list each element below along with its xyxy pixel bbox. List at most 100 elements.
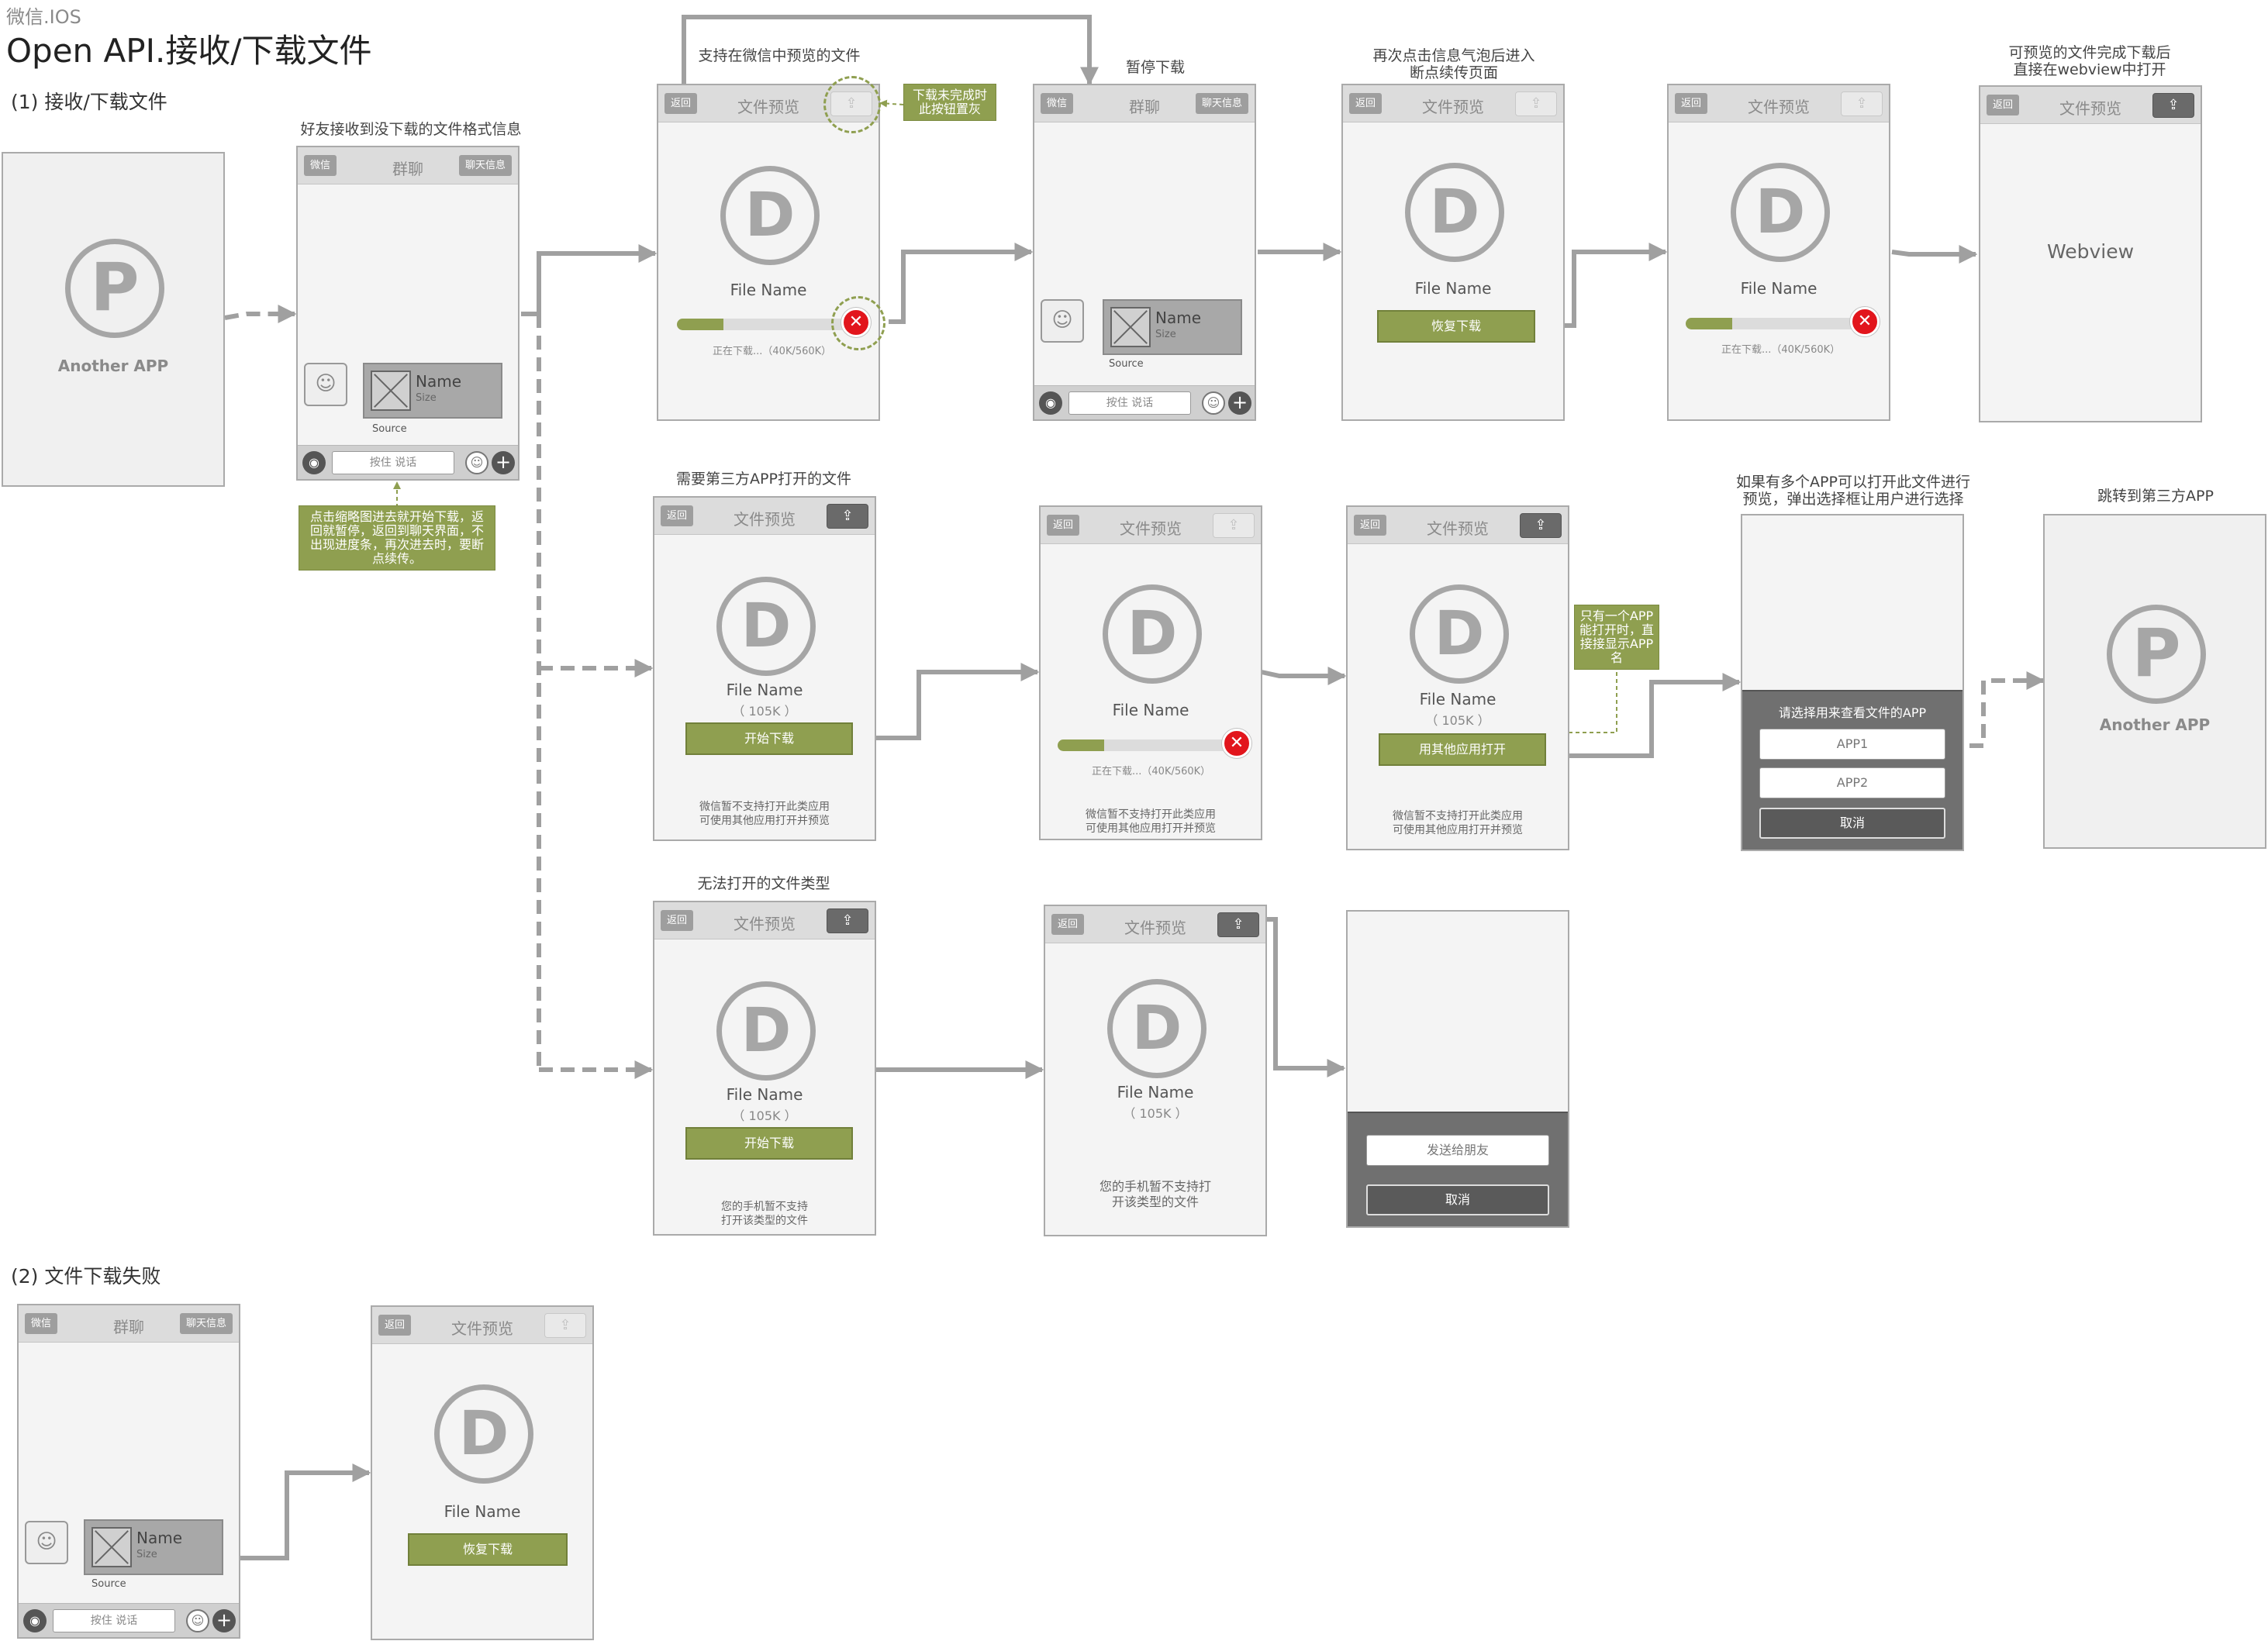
plus-icon[interactable]: + bbox=[1228, 391, 1251, 415]
wire-cancel-to-pause bbox=[889, 243, 1034, 324]
progress-text: 正在下载...（40K/560K） bbox=[713, 346, 832, 357]
file-name: File Name bbox=[730, 281, 807, 299]
file-name: File Name bbox=[444, 1502, 521, 1521]
caption-jump-app: 跳转到第三方APP bbox=[2097, 488, 2214, 505]
share-icon[interactable]: ⇪ bbox=[1213, 513, 1255, 538]
file-message-name: Name bbox=[1155, 309, 1202, 327]
chat-topbar: 微信 群聊 聊天信息 bbox=[298, 147, 518, 184]
progress-text: 正在下载...（40K/560K） bbox=[1721, 344, 1841, 356]
app2-option[interactable]: APP2 bbox=[1759, 767, 1945, 798]
file-message-bubble[interactable]: Name Size bbox=[363, 363, 502, 419]
document-icon: D bbox=[1410, 584, 1509, 684]
wire-open-to-chooser bbox=[1549, 673, 1742, 758]
resume-download-button[interactable]: 恢复下载 bbox=[1377, 310, 1535, 343]
unsupported-hint-1: 微信暂不支持打开此类应用 bbox=[1393, 810, 1523, 822]
emoji-icon[interactable]: ☺ bbox=[1202, 391, 1225, 415]
chat-info-button[interactable]: 聊天信息 bbox=[1195, 93, 1248, 114]
file-message-bubble[interactable]: Name Size bbox=[1103, 299, 1242, 355]
document-icon: D bbox=[1731, 163, 1830, 262]
caption-multi-app-2: 预览，弹出选择框让用户进行选择 bbox=[1742, 491, 1964, 508]
voice-icon[interactable]: ◉ bbox=[1039, 391, 1062, 415]
download-progress bbox=[1058, 739, 1230, 751]
friend-avatar[interactable]: ☺ bbox=[25, 1521, 68, 1564]
app-logo-icon: P bbox=[2107, 605, 2206, 704]
screen-third-party-progress: 返回 文件预览 ⇪ D File Name ✕ 正在下载...（40K/560K… bbox=[1039, 505, 1262, 840]
screen-group-chat: 微信 群聊 聊天信息 ☺ Name Size Source ◉ 按住 说话 ☺ … bbox=[296, 146, 520, 481]
file-name: File Name bbox=[1112, 701, 1189, 719]
share-icon[interactable]: ⇪ bbox=[827, 504, 868, 529]
caption-cannot-open: 无法打开的文件类型 bbox=[697, 875, 830, 892]
friend-avatar[interactable]: ☺ bbox=[304, 363, 347, 406]
friend-avatar[interactable]: ☺ bbox=[1041, 299, 1084, 343]
file-name: File Name bbox=[726, 681, 803, 699]
another-app-label: Another APP bbox=[57, 357, 169, 375]
screen-app-chooser: 请选择用来查看文件的APP APP1 APP2 取消 bbox=[1741, 514, 1964, 851]
preview-topbar: 返回 文件预览 ⇪ bbox=[1343, 85, 1563, 122]
chat-info-button[interactable]: 聊天信息 bbox=[458, 155, 512, 176]
emoji-icon[interactable]: ☺ bbox=[186, 1609, 209, 1632]
download-progress bbox=[1686, 318, 1858, 329]
chooser-cancel-button[interactable]: 取消 bbox=[1759, 808, 1945, 839]
file-message-bubble[interactable]: Name Size bbox=[84, 1519, 223, 1575]
share-icon[interactable]: ⇪ bbox=[544, 1313, 586, 1338]
caption-webview-1: 可预览的文件完成下载后 bbox=[2008, 44, 2171, 61]
preview-topbar: 返回 文件预览 ⇪ bbox=[372, 1307, 592, 1344]
preview-topbar: 返回 文件预览 ⇪ bbox=[1348, 507, 1568, 544]
send-to-friend-button[interactable]: 发送给朋友 bbox=[1366, 1135, 1549, 1166]
share-icon[interactable]: ⇪ bbox=[827, 908, 868, 933]
caption-multi-app-1: 如果有多个APP可以打开此文件进行 bbox=[1736, 474, 1970, 491]
page-title: Open API.接收/下载文件 bbox=[6, 32, 372, 70]
hold-to-talk-button[interactable]: 按住 说话 bbox=[53, 1609, 175, 1632]
file-size: （ 105K ） bbox=[1123, 1106, 1188, 1121]
resume-download-button[interactable]: 恢复下载 bbox=[408, 1533, 568, 1566]
share-icon[interactable]: ⇪ bbox=[1841, 91, 1883, 116]
chat-info-button[interactable]: 聊天信息 bbox=[179, 1313, 233, 1334]
another-app-label: Another APP bbox=[2099, 715, 2211, 734]
preview-topbar: 返回 文件预览 ⇪ bbox=[1041, 507, 1261, 544]
cancel-download-icon[interactable]: ✕ bbox=[1850, 307, 1880, 336]
caption-third-party: 需要第三方APP打开的文件 bbox=[676, 471, 851, 488]
hold-to-talk-button[interactable]: 按住 说话 bbox=[332, 451, 454, 474]
start-download-button[interactable]: 开始下载 bbox=[685, 1127, 853, 1160]
highlight-share-circle bbox=[823, 76, 881, 133]
input-bar: ◉ 按住 说话 ☺ + bbox=[19, 1603, 239, 1637]
wire-fail-to-preview bbox=[239, 1463, 371, 1560]
share-sheet: 发送给朋友 取消 bbox=[1348, 1112, 1568, 1226]
file-name: File Name bbox=[1419, 690, 1496, 708]
screen-another-app-target: P Another APP bbox=[2043, 514, 2266, 849]
cancel-download-icon[interactable]: ✕ bbox=[1222, 729, 1251, 758]
no-support-hint-1: 您的手机暂不支持 bbox=[721, 1201, 808, 1213]
screen-resume-download: 返回 文件预览 ⇪ D File Name 恢复下载 bbox=[1341, 84, 1565, 421]
voice-icon[interactable]: ◉ bbox=[23, 1609, 47, 1632]
plus-icon[interactable]: + bbox=[492, 451, 515, 474]
share-icon[interactable]: ⇪ bbox=[1515, 91, 1557, 116]
emoji-icon[interactable]: ☺ bbox=[465, 451, 488, 474]
progress-fill bbox=[677, 319, 723, 330]
document-icon: D bbox=[720, 166, 820, 265]
preview-topbar: 返回 文件预览 ⇪ bbox=[1669, 85, 1889, 122]
plus-icon[interactable]: + bbox=[212, 1609, 236, 1632]
webview-label: Webview bbox=[2046, 240, 2135, 263]
open-with-other-app-button[interactable]: 用其他应用打开 bbox=[1379, 733, 1546, 766]
share-icon[interactable]: ⇪ bbox=[1520, 513, 1562, 538]
share-icon[interactable]: ⇪ bbox=[2152, 93, 2194, 118]
file-name: File Name bbox=[726, 1085, 803, 1104]
document-icon: D bbox=[1107, 979, 1206, 1078]
file-thumbnail-icon bbox=[371, 371, 411, 411]
start-download-button[interactable]: 开始下载 bbox=[685, 722, 853, 755]
app1-option[interactable]: APP1 bbox=[1759, 729, 1945, 760]
share-icon[interactable]: ⇪ bbox=[1217, 912, 1259, 937]
file-size: （ 105K ） bbox=[732, 1108, 797, 1123]
share-cancel-button[interactable]: 取消 bbox=[1366, 1184, 1549, 1215]
wire-note-gray bbox=[879, 99, 904, 108]
hold-to-talk-button[interactable]: 按住 说话 bbox=[1068, 391, 1191, 415]
preview-topbar: 返回 文件预览 ⇪ bbox=[654, 902, 875, 939]
download-progress bbox=[677, 319, 849, 330]
chat-topbar: 微信 群聊 聊天信息 bbox=[19, 1305, 239, 1343]
note-tap-thumbnail: 点击缩略图进去就开始下载，返 回就暂停，返回到聊天界面，不 出现进度条，再次进去… bbox=[299, 505, 495, 571]
unsupported-hint-1: 微信暂不支持打开此类应用 bbox=[699, 801, 830, 813]
file-message-name: Name bbox=[136, 1529, 183, 1547]
document-icon: D bbox=[716, 981, 816, 1081]
file-size: （ 105K ） bbox=[1425, 713, 1490, 728]
voice-icon[interactable]: ◉ bbox=[302, 451, 326, 474]
